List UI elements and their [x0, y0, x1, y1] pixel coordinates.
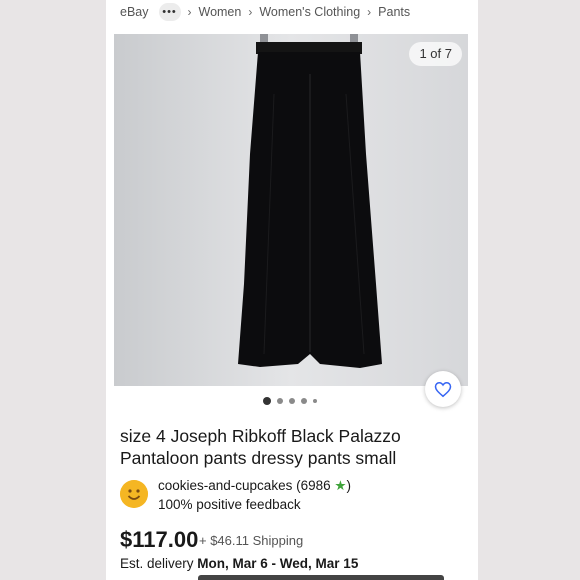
shipping-cost: + $46.11 Shipping — [199, 533, 304, 548]
estimated-delivery: Est. delivery Mon, Mar 6 - Wed, Mar 15 — [120, 556, 358, 571]
seller-avatar[interactable] — [120, 480, 148, 508]
breadcrumb-pants[interactable]: Pants — [378, 5, 410, 19]
gallery-pagination-dots — [263, 396, 323, 406]
seller-name-line[interactable]: cookies-and-cupcakes (6986 ★) — [158, 478, 351, 494]
pagination-dot[interactable] — [277, 398, 283, 404]
pagination-dot[interactable] — [263, 397, 271, 405]
breadcrumb-ebay[interactable]: eBay — [120, 5, 149, 19]
ebay-listing-screen: eBay ••• › Women › Women's Clothing › Pa… — [106, 0, 478, 580]
star-icon: ★ — [334, 478, 347, 493]
seller-name[interactable]: cookies-and-cupcakes — [158, 478, 292, 493]
image-counter: 1 of 7 — [409, 42, 462, 66]
seller-feedback-count: (6986 — [296, 478, 331, 493]
product-image-gallery[interactable]: 1 of 7 — [114, 34, 468, 386]
seller-count-close: ) — [346, 478, 352, 493]
price: $117.00 — [120, 527, 199, 552]
breadcrumb-women[interactable]: Women — [199, 5, 242, 19]
seller-feedback: 100% positive feedback — [158, 497, 301, 512]
breadcrumb-more-button[interactable]: ••• — [158, 3, 181, 21]
breadcrumb-womens-clothing[interactable]: Women's Clothing — [259, 5, 360, 19]
pagination-dot[interactable] — [289, 398, 295, 404]
heart-icon — [434, 381, 452, 397]
chevron-right-icon: › — [367, 5, 372, 19]
watchlist-button[interactable] — [425, 371, 461, 407]
delivery-dates: Mon, Mar 6 - Wed, Mar 15 — [197, 556, 359, 571]
pagination-dot[interactable] — [313, 399, 317, 403]
seller-info[interactable]: cookies-and-cupcakes (6986 ★) 100% posit… — [120, 477, 470, 517]
listing-title: size 4 Joseph Ribkoff Black Palazzo Pant… — [120, 426, 401, 468]
chevron-right-icon: › — [187, 5, 192, 19]
pagination-dot[interactable] — [301, 398, 307, 404]
chevron-right-icon: › — [248, 5, 253, 19]
delivery-label: Est. delivery — [120, 556, 194, 571]
bottom-action-bar[interactable] — [198, 575, 444, 580]
product-photo — [114, 34, 468, 386]
breadcrumb: eBay ••• › Women › Women's Clothing › Pa… — [120, 3, 410, 21]
